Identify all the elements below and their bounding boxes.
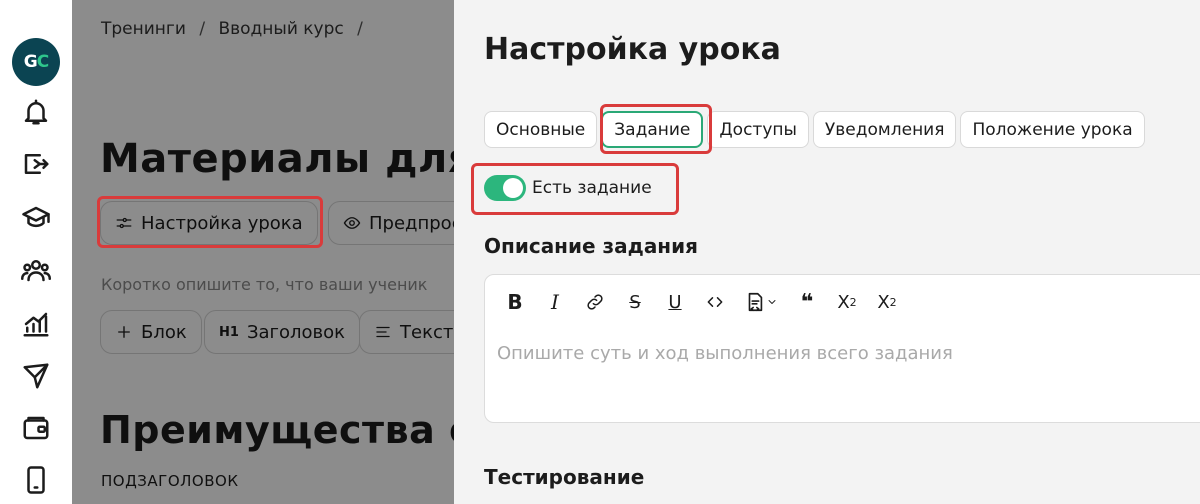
quote-icon[interactable]: ❝ <box>789 287 825 317</box>
code-block-dropdown-icon[interactable] <box>737 287 785 317</box>
add-block-button[interactable]: Блок <box>100 310 202 354</box>
task-description-input[interactable]: Опишите суть и ход выполнения всего зада… <box>497 343 953 364</box>
add-text-button[interactable]: Текст <box>359 310 454 354</box>
tab-task[interactable]: Задание <box>601 111 704 148</box>
breadcrumb-trainings[interactable]: Тренинги <box>101 19 186 39</box>
tab-basic[interactable]: Основные <box>484 111 598 148</box>
has-task-label: Есть задание <box>532 178 652 198</box>
phone-icon[interactable] <box>20 464 52 496</box>
bell-icon[interactable] <box>20 96 52 128</box>
settings-tabs: Основные Задание Доступы Уведомления Пол… <box>484 111 1145 148</box>
sliders-icon <box>116 217 132 229</box>
exit-icon[interactable] <box>20 148 52 180</box>
breadcrumb-separator: / <box>199 19 206 39</box>
subscript-icon[interactable]: X2 <box>869 287 905 317</box>
preview-label: Предпрос <box>369 212 454 234</box>
graduation-cap-icon[interactable] <box>20 202 52 234</box>
panel-title: Настройка урока <box>484 32 781 67</box>
chart-icon[interactable] <box>20 308 52 340</box>
strikethrough-icon[interactable]: S <box>617 287 653 317</box>
eye-icon <box>343 217 361 229</box>
underline-icon[interactable]: U <box>657 287 693 317</box>
tab-access[interactable]: Доступы <box>707 111 809 148</box>
users-icon[interactable] <box>20 254 52 286</box>
wallet-icon[interactable] <box>20 412 52 444</box>
lesson-description-hint[interactable]: Коротко опишите то, что ваши ученик <box>101 275 427 294</box>
italic-icon[interactable]: I <box>537 287 573 317</box>
h1-icon: H1 <box>219 324 239 340</box>
testing-title: Тестирование <box>484 465 645 489</box>
code-icon[interactable] <box>697 287 733 317</box>
preview-button[interactable]: Предпрос <box>328 201 454 245</box>
task-description-editor[interactable]: B I S U ❝ X2 X2 Опишите суть и ход выпол… <box>484 274 1200 423</box>
page-title: Материалы для р <box>100 136 454 182</box>
tab-lesson-position[interactable]: Положение урока <box>960 111 1145 148</box>
add-heading-label: Заголовок <box>246 321 345 343</box>
has-task-row: Есть задание <box>484 175 652 201</box>
add-block-label: Блок <box>141 321 187 343</box>
lesson-settings-panel: Настройка урока Основные Задание Доступы… <box>454 0 1200 504</box>
has-task-toggle[interactable] <box>484 175 526 201</box>
lesson-settings-button[interactable]: Настройка урока <box>100 201 318 245</box>
bold-icon[interactable]: B <box>497 287 533 317</box>
send-icon[interactable] <box>20 360 52 392</box>
rte-toolbar: B I S U ❝ X2 X2 <box>497 287 905 317</box>
logo[interactable]: GC <box>12 38 60 86</box>
breadcrumb: Тренинги / Вводный курс / <box>101 19 371 39</box>
breadcrumb-course[interactable]: Вводный курс <box>218 19 343 39</box>
add-text-label: Текст <box>400 321 454 343</box>
link-icon[interactable] <box>577 287 613 317</box>
plus-icon <box>118 326 130 338</box>
sidebar: GC <box>0 0 72 504</box>
text-lines-icon <box>376 326 390 338</box>
tab-notifications[interactable]: Уведомления <box>812 111 957 148</box>
section-title[interactable]: Преимущества с <box>100 408 454 452</box>
lesson-settings-label: Настройка урока <box>141 212 303 234</box>
section-subheading[interactable]: ПОДЗАГОЛОВОК <box>101 472 238 490</box>
add-heading-button[interactable]: H1 Заголовок <box>204 310 360 354</box>
superscript-icon[interactable]: X2 <box>829 287 865 317</box>
task-description-title: Описание задания <box>484 234 698 258</box>
lesson-editor: Тренинги / Вводный курс / Материалы для … <box>72 0 454 504</box>
breadcrumb-separator: / <box>357 19 363 39</box>
